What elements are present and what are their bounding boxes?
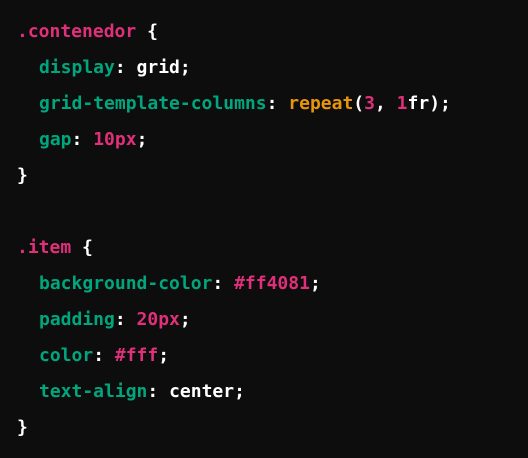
css-value: #ff4081 [234,273,310,294]
css-value: center [169,381,235,402]
css-value: 20px [136,309,180,330]
code-line-5: } [17,158,528,194]
code-line-3: grid-template-columns: repeat(3, 1fr); [39,93,451,114]
code-line-8: background-color: #ff4081; [39,273,321,294]
code-line-10: color: #fff; [39,345,170,366]
code-line-7: .item { [17,230,528,266]
code-line-12: } [17,410,528,446]
css-number: 3 [364,93,375,114]
css-number: 1 [396,93,408,114]
css-value: 10px [93,129,137,150]
code-line-4: gap: 10px; [39,129,148,150]
css-property: text-align [39,381,148,402]
css-selector: .contenedor [17,21,137,42]
close-brace: } [17,165,28,186]
css-value: grid [136,57,180,78]
css-property: gap [39,129,72,150]
css-unit: fr [407,93,430,114]
css-function: repeat [288,93,354,114]
close-brace: } [17,417,28,438]
code-line-2: display: grid; [39,57,191,78]
code-line-9: padding: 20px; [39,309,191,330]
css-property: display [39,57,115,78]
code-line-11: text-align: center; [39,381,245,402]
open-brace: { [147,21,158,42]
open-brace: { [82,237,93,258]
css-property: grid-template-columns [39,93,267,114]
css-property: color [39,345,94,366]
code-line-1: .contenedor { [17,14,528,50]
code-block: .contenedor { display: grid; grid-templa… [0,0,528,458]
css-property: padding [39,309,115,330]
css-selector: .item [17,237,72,258]
css-property: background-color [39,273,213,294]
css-value: #fff [114,345,159,366]
